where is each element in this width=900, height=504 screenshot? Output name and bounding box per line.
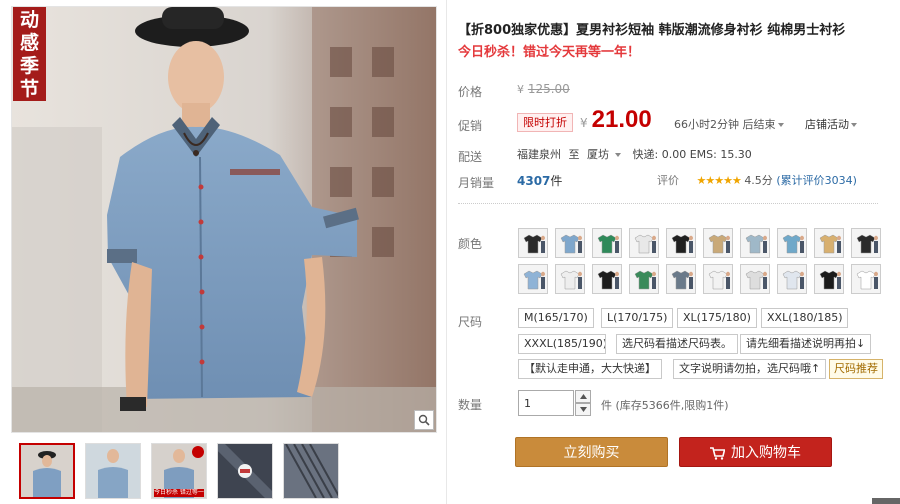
main-product-image[interactable]: 动感 季节 bbox=[11, 6, 437, 433]
product-title: 【折800独家优惠】夏男衬衫短袖 韩版潮流修身衬衫 纯棉男士衬衫 bbox=[458, 23, 846, 38]
color-swatch-8[interactable] bbox=[777, 228, 807, 258]
ship-to-word: 至 bbox=[568, 148, 580, 161]
promo-currency-symbol: ¥ bbox=[580, 116, 588, 130]
color-swatch-3[interactable] bbox=[592, 228, 622, 258]
color-swatch-6[interactable] bbox=[703, 228, 733, 258]
color-swatch-2[interactable] bbox=[555, 228, 585, 258]
promo-tag-line-1: 动感 bbox=[19, 9, 39, 54]
thumbnail-5[interactable] bbox=[283, 443, 339, 499]
size-option-xl[interactable]: XL(175/180) bbox=[677, 308, 757, 328]
promo-season-tag: 动感 季节 bbox=[13, 7, 46, 101]
product-detail-panel: 【折800独家优惠】夏男衬衫短袖 韩版潮流修身衬衫 纯棉男士衬衫 今日秒杀！错过… bbox=[447, 0, 900, 504]
color-swatch-19[interactable] bbox=[814, 264, 844, 294]
scroll-indicator bbox=[872, 498, 900, 504]
rating-score: 4.5分 bbox=[744, 174, 773, 187]
reviews-link[interactable]: (累计评价3034) bbox=[776, 174, 857, 187]
color-swatch-14[interactable] bbox=[629, 264, 659, 294]
cart-icon bbox=[710, 446, 726, 460]
buy-now-label: 立刻购买 bbox=[563, 445, 620, 461]
quantity-decrease-button[interactable] bbox=[575, 403, 591, 416]
quantity-unit: 件 bbox=[601, 399, 612, 412]
size-option-m[interactable]: M(165/170) bbox=[518, 308, 594, 328]
currency-symbol: ¥ bbox=[517, 83, 524, 96]
promo-price-value: 21.00 bbox=[591, 106, 652, 133]
thumbnail-4[interactable] bbox=[217, 443, 273, 499]
size-option-read-first[interactable]: 请先细看描述说明再拍↓ bbox=[740, 334, 872, 354]
quantity-increase-button[interactable] bbox=[575, 390, 591, 403]
section-divider bbox=[458, 203, 878, 205]
size-option-see-chart[interactable]: 选尺码看描述尺码表。 bbox=[616, 334, 738, 354]
promo-tag-line-2: 季节 bbox=[19, 55, 39, 100]
thumbnail-badge: 今日秒杀 错过等一年 bbox=[154, 489, 204, 497]
ship-to-city: 厦坊 bbox=[587, 148, 609, 161]
add-to-cart-label: 加入购物车 bbox=[731, 445, 801, 461]
color-label: 颜色 bbox=[458, 237, 483, 251]
model-photo bbox=[12, 7, 436, 432]
quantity-label: 数量 bbox=[458, 398, 483, 412]
stock-info: 件 (库存5366件,限购1件) bbox=[601, 397, 729, 413]
chevron-down-icon bbox=[579, 407, 587, 412]
color-swatch-7[interactable] bbox=[740, 228, 770, 258]
magnifier-icon[interactable] bbox=[414, 410, 434, 430]
shipping-info: 福建泉州 至 厦坊 快递: 0.00 EMS: 15.30 bbox=[517, 146, 752, 162]
thumbnail-strip: 今日秒杀 错过等一年 bbox=[19, 443, 349, 501]
monthly-sales-unit: 件 bbox=[550, 174, 563, 188]
promo-price: ¥21.00 bbox=[580, 106, 652, 134]
size-option-xxl[interactable]: XXL(180/185) bbox=[761, 308, 849, 328]
original-price-value: 125.00 bbox=[527, 82, 570, 96]
color-swatch-18[interactable] bbox=[777, 264, 807, 294]
countdown-timer[interactable]: 66小时2分钟 后结束 bbox=[674, 116, 784, 132]
countdown-text: 66小时2分钟 后结束 bbox=[674, 118, 776, 131]
product-subtitle: 今日秒杀！错过今天再等一年！ bbox=[458, 45, 641, 60]
add-to-cart-button[interactable]: 加入购物车 bbox=[679, 437, 832, 467]
rating-stars: ★★★★★ bbox=[696, 174, 742, 187]
size-option-l[interactable]: L(170/175) bbox=[601, 308, 674, 328]
shipping-fees: 快递: 0.00 EMS: 15.30 bbox=[632, 148, 752, 161]
limited-discount-badge: 限时打折 bbox=[517, 113, 573, 132]
promo-label: 促销 bbox=[458, 119, 483, 133]
store-promo-dropdown[interactable]: 店铺活动 bbox=[805, 116, 857, 132]
size-recommend-button[interactable]: 尺码推荐 bbox=[829, 359, 883, 379]
size-label: 尺码 bbox=[458, 315, 483, 329]
thumbnail-1[interactable] bbox=[19, 443, 75, 499]
color-swatch-16[interactable] bbox=[703, 264, 733, 294]
ship-from: 福建泉州 bbox=[517, 148, 561, 161]
color-swatch-20[interactable] bbox=[851, 264, 881, 294]
color-swatch-1[interactable] bbox=[518, 228, 548, 258]
original-price: ¥ 125.00 bbox=[517, 82, 570, 96]
thumbnail-2[interactable] bbox=[85, 443, 141, 499]
color-swatch-11[interactable] bbox=[518, 264, 548, 294]
rating-label: 评价 bbox=[657, 174, 679, 187]
buy-now-button[interactable]: 立刻购买 bbox=[515, 437, 668, 467]
chevron-down-icon bbox=[851, 123, 857, 127]
size-option-xxxl[interactable]: XXXL(185/190) bbox=[518, 334, 606, 354]
stock-text: (库存5366件,限购1件) bbox=[615, 399, 729, 412]
quantity-input[interactable] bbox=[518, 390, 574, 416]
size-option-text-note[interactable]: 文字说明请勿拍，选尺码哦↑ bbox=[673, 359, 827, 379]
monthly-sales: 4307件 bbox=[517, 172, 562, 189]
store-promo-label: 店铺活动 bbox=[805, 118, 849, 131]
size-option-shipping-note[interactable]: 【默认走申通，大大快递】 bbox=[518, 359, 662, 379]
monthly-sales-count: 4307 bbox=[517, 174, 551, 188]
thumbnail-3[interactable]: 今日秒杀 错过等一年 bbox=[151, 443, 207, 499]
chevron-down-icon bbox=[777, 123, 784, 127]
price-label: 价格 bbox=[458, 85, 483, 99]
color-swatch-12[interactable] bbox=[555, 264, 585, 294]
monthly-sales-label: 月销量 bbox=[458, 176, 495, 190]
color-swatch-9[interactable] bbox=[814, 228, 844, 258]
ship-to-dropdown[interactable]: 厦坊 bbox=[587, 148, 621, 161]
shipping-label: 配送 bbox=[458, 150, 483, 164]
caret-down-icon bbox=[615, 153, 621, 157]
color-swatch-13[interactable] bbox=[592, 264, 622, 294]
chevron-up-icon bbox=[579, 394, 587, 399]
color-swatch-4[interactable] bbox=[629, 228, 659, 258]
color-swatch-5[interactable] bbox=[666, 228, 696, 258]
rating-block: 评价 ★★★★★ 4.5分 (累计评价3034) bbox=[657, 172, 857, 188]
color-swatch-15[interactable] bbox=[666, 264, 696, 294]
color-swatch-10[interactable] bbox=[851, 228, 881, 258]
color-swatch-17[interactable] bbox=[740, 264, 770, 294]
